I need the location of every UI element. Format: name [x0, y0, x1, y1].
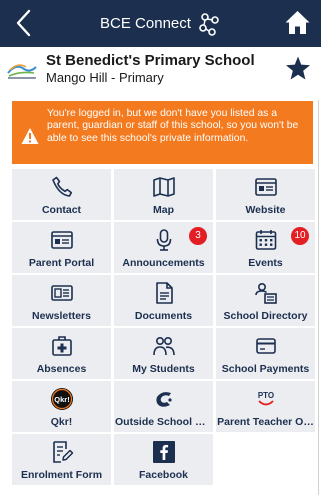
- tile-label: School Payments: [221, 363, 310, 375]
- tile-parent-teacher-organisation[interactable]: PTO Parent Teacher O…: [216, 381, 315, 432]
- tile-absences[interactable]: Absences: [12, 328, 111, 379]
- tile-website[interactable]: Website: [216, 169, 315, 220]
- tile-label: Map: [153, 204, 174, 216]
- tile-label: My Students: [132, 363, 195, 375]
- pto-logo-icon: PTO: [257, 391, 274, 406]
- tile-label: Contact: [41, 204, 82, 216]
- tile-label: Enrolment Form: [20, 469, 103, 481]
- tile-newsletters[interactable]: Newsletters: [12, 275, 111, 326]
- microphone-icon: [156, 229, 171, 251]
- tile-label: Events: [248, 257, 283, 269]
- tile-events[interactable]: 10 Events: [216, 222, 315, 273]
- form-edit-icon: [52, 441, 73, 463]
- app-title: BCE Connect: [100, 15, 191, 32]
- star-icon[interactable]: [285, 55, 311, 81]
- tile-documents[interactable]: Documents: [114, 275, 213, 326]
- svg-text:Qkr!: Qkr!: [54, 395, 69, 404]
- tile-qkr[interactable]: Qkr! Qkr!: [12, 381, 111, 432]
- bce-logo-icon: [199, 12, 219, 36]
- tile-map[interactable]: Map: [114, 169, 213, 220]
- tile-my-students[interactable]: My Students: [114, 328, 213, 379]
- tile-announcements[interactable]: 3 Announcements: [114, 222, 213, 273]
- tile-school-directory[interactable]: School Directory: [216, 275, 315, 326]
- tile-label: Parent Portal: [28, 257, 95, 269]
- header-title-group: BCE Connect: [0, 0, 321, 47]
- medical-kit-icon: [51, 336, 72, 356]
- facebook-icon: [152, 441, 175, 463]
- tile-contact[interactable]: Contact: [12, 169, 111, 220]
- tile-school-payments[interactable]: School Payments: [216, 328, 315, 379]
- map-icon: [152, 177, 175, 197]
- events-count-badge: 10: [291, 227, 309, 245]
- warning-icon: [21, 128, 39, 144]
- tile-label: School Directory: [223, 310, 308, 322]
- app-header: BCE Connect: [0, 0, 321, 47]
- tile-label: Parent Teacher O…: [217, 416, 314, 428]
- school-name: St Benedict's Primary School: [46, 52, 255, 69]
- tile-label: Announcements: [122, 257, 205, 269]
- school-crest-icon: [7, 64, 37, 79]
- tile-label: Absences: [36, 363, 87, 375]
- tile-facebook[interactable]: Facebook: [114, 434, 213, 485]
- tile-label: Documents: [134, 310, 193, 322]
- home-icon[interactable]: [284, 9, 311, 36]
- school-header: St Benedict's Primary School Mango Hill …: [0, 47, 321, 93]
- tile-label: Outside School H…: [115, 416, 213, 428]
- scrollbar-track: [318, 100, 319, 495]
- newspaper-icon: [50, 285, 73, 301]
- website-icon: [254, 178, 277, 196]
- tile-label: Facebook: [138, 469, 188, 481]
- tile-enrolment-form[interactable]: Enrolment Form: [12, 434, 111, 485]
- phone-icon: [51, 176, 72, 197]
- tile-label: Qkr!: [50, 416, 73, 428]
- qkr-logo-icon: Qkr!: [50, 388, 73, 410]
- tile-outside-school-hours[interactable]: Outside School H…: [114, 381, 213, 432]
- card-icon: [255, 338, 276, 354]
- not-listed-warning-banner: You're logged in, but we don't have you …: [12, 101, 313, 164]
- students-icon: [152, 336, 175, 356]
- svg-text:PTO: PTO: [257, 391, 273, 400]
- directory-icon: [254, 282, 277, 304]
- calendar-icon: [255, 230, 276, 250]
- oshc-logo-icon: [155, 392, 172, 407]
- tile-label: Newsletters: [32, 310, 91, 322]
- school-subtitle: Mango Hill - Primary: [46, 70, 164, 85]
- announcements-count-badge: 3: [189, 227, 207, 245]
- tile-parent-portal[interactable]: Parent Portal: [12, 222, 111, 273]
- portal-icon: [50, 231, 73, 249]
- tile-label: Website: [245, 204, 286, 216]
- document-icon: [155, 282, 173, 304]
- banner-message: You're logged in, but we don't have you …: [47, 108, 299, 144]
